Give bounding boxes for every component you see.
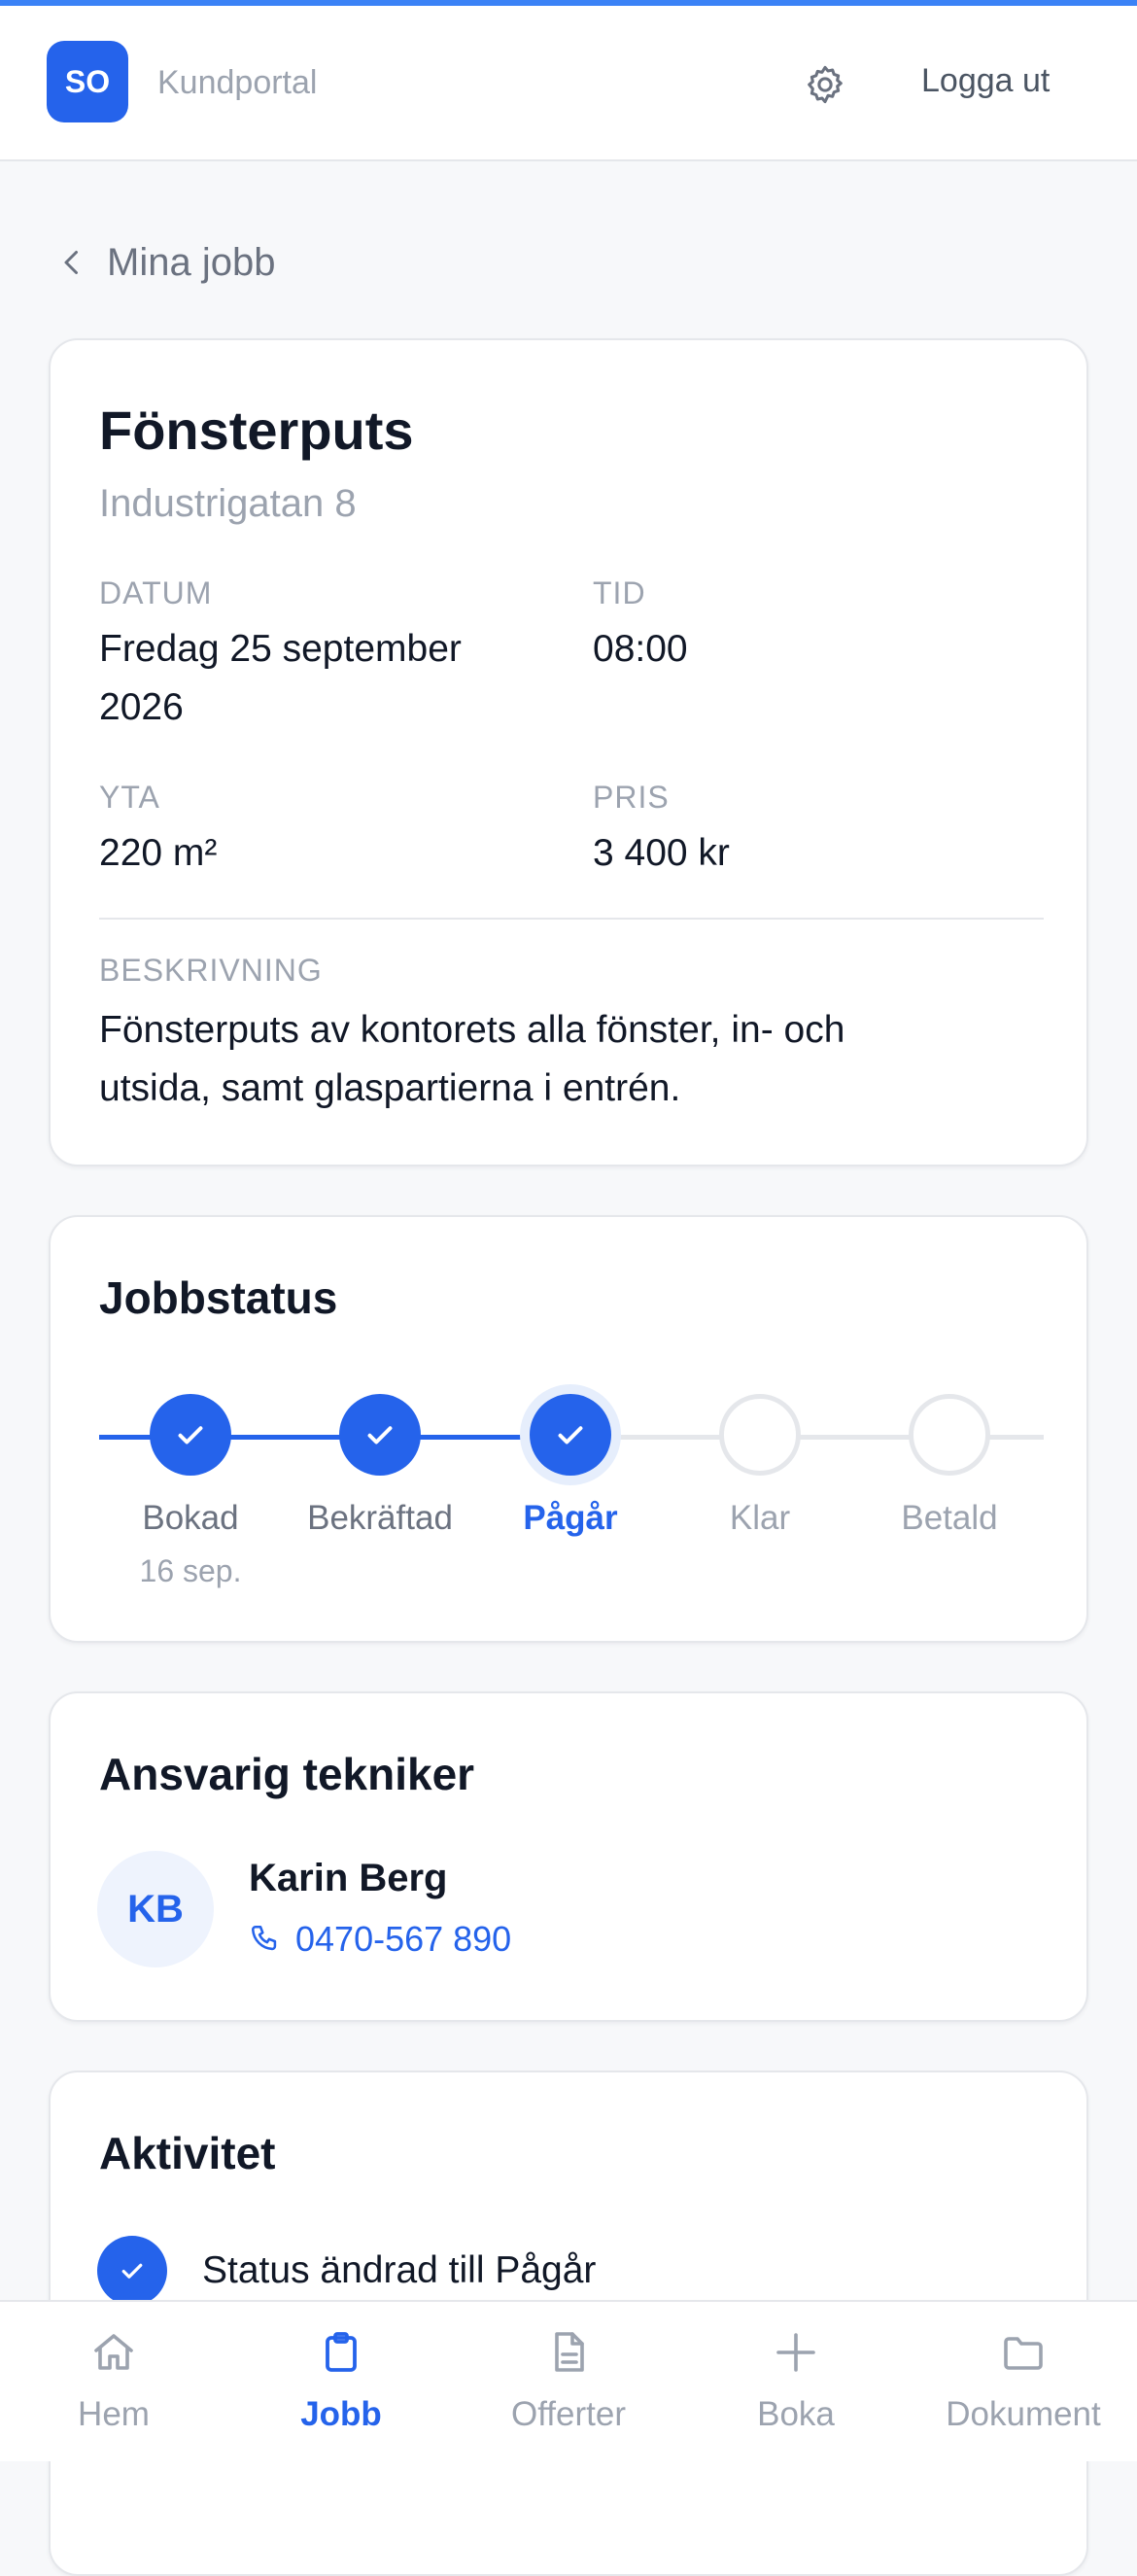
technician-title: Ansvarig tekniker xyxy=(99,1749,475,1799)
home-icon xyxy=(94,2334,133,2370)
status-title: Jobbstatus xyxy=(99,1272,338,1323)
time-value: 08:00 xyxy=(593,628,688,670)
back-link[interactable]: Mina jobb xyxy=(54,237,275,288)
check-icon xyxy=(121,2263,143,2279)
step-circle-pagar xyxy=(530,1394,611,1476)
date-value-line1: Fredag 25 september xyxy=(99,628,462,670)
nav-label-hem: Hem xyxy=(78,2395,150,2433)
back-link-label: Mina jobb xyxy=(107,240,276,284)
job-status-card: Jobbstatus Bokad 16 sep. Bekräftad Pågår… xyxy=(49,1215,1088,1643)
logo-badge[interactable]: SO xyxy=(47,41,128,122)
gear-icon[interactable] xyxy=(803,62,847,107)
step-label-klar: Klar xyxy=(729,1499,791,1537)
nav-label-offerter: Offerter xyxy=(510,2395,626,2433)
activity-title: Aktivitet xyxy=(99,2128,276,2178)
check-icon xyxy=(367,1426,393,1445)
step-circle-betald xyxy=(909,1394,990,1476)
chevron-left-icon xyxy=(64,251,78,274)
portal-name: Kundportal xyxy=(157,64,318,101)
activity-item: Status ändrad till Pågår xyxy=(97,2236,596,2306)
nav-item-boka[interactable]: Boka xyxy=(682,2302,910,2463)
date-label: DATUM xyxy=(99,575,213,610)
folder-icon xyxy=(1004,2337,1043,2370)
technician-card: Ansvarig tekniker KB Karin Berg 0470-567… xyxy=(49,1691,1088,2022)
nav-item-hem[interactable]: Hem xyxy=(0,2302,227,2463)
step-circle-bokad xyxy=(150,1394,231,1476)
price-label: PRIS xyxy=(593,780,670,815)
step-circle-klar xyxy=(719,1394,801,1476)
nav-label-jobb: Jobb xyxy=(300,2395,382,2433)
activity-check-badge xyxy=(97,2236,167,2306)
nav-label-boka: Boka xyxy=(757,2395,835,2433)
time-label: TID xyxy=(593,575,646,610)
job-address: Industrigatan 8 xyxy=(99,482,357,525)
document-icon xyxy=(555,2332,584,2372)
description-line-2: utsida, samt glaspartierna i entrén. xyxy=(99,1067,681,1109)
technician-name: Karin Berg xyxy=(249,1857,448,1899)
step-label-pagar: Pågår xyxy=(523,1499,618,1537)
technician-phone: 0470-567 890 xyxy=(295,1919,512,1959)
phone-icon xyxy=(251,1925,277,1951)
area-label: YTA xyxy=(99,780,160,815)
step-date-bokad: 16 sep. xyxy=(139,1553,242,1588)
clipboard-icon xyxy=(326,2332,357,2372)
description-label: BESKRIVNING xyxy=(99,953,323,988)
description-text: Fönsterputs av kontorets alla fönster, i… xyxy=(99,1001,1032,1118)
step-label-bokad: Bokad xyxy=(142,1499,239,1537)
nav-item-dokument[interactable]: Dokument xyxy=(910,2302,1137,2463)
price-value: 3 400 kr xyxy=(593,832,730,874)
check-icon xyxy=(178,1426,203,1445)
plus-icon xyxy=(776,2333,815,2372)
nav-label-dokument: Dokument xyxy=(946,2395,1101,2433)
step-label-bekraftad: Bekräftad xyxy=(307,1499,453,1537)
app-header: SO Kundportal Logga ut xyxy=(0,6,1137,161)
bottom-navigation: Hem Jobb Offerter Boka Dokument xyxy=(0,2300,1137,2461)
date-value-line2: 2026 xyxy=(99,686,184,728)
avatar: KB xyxy=(97,1851,214,1967)
area-value: 220 m² xyxy=(99,832,218,874)
activity-text: Status ändrad till Pågår xyxy=(202,2249,597,2291)
step-circle-bekraftad xyxy=(339,1394,421,1476)
step-label-betald: Betald xyxy=(901,1499,998,1537)
nav-item-offerter[interactable]: Offerter xyxy=(455,2302,682,2463)
logout-button[interactable]: Logga ut xyxy=(921,62,1050,100)
description-line-1: Fönsterputs av kontorets alla fönster, i… xyxy=(99,1009,845,1051)
check-icon xyxy=(558,1426,583,1445)
technician-phone-link[interactable]: 0470-567 890 xyxy=(249,1919,511,1960)
nav-item-jobb[interactable]: Jobb xyxy=(227,2302,455,2463)
details-divider xyxy=(99,918,1044,920)
job-details-card: Fönsterputs Industrigatan 8 DATUM Fredag… xyxy=(49,338,1088,1166)
job-title: Fönsterputs xyxy=(99,400,414,461)
